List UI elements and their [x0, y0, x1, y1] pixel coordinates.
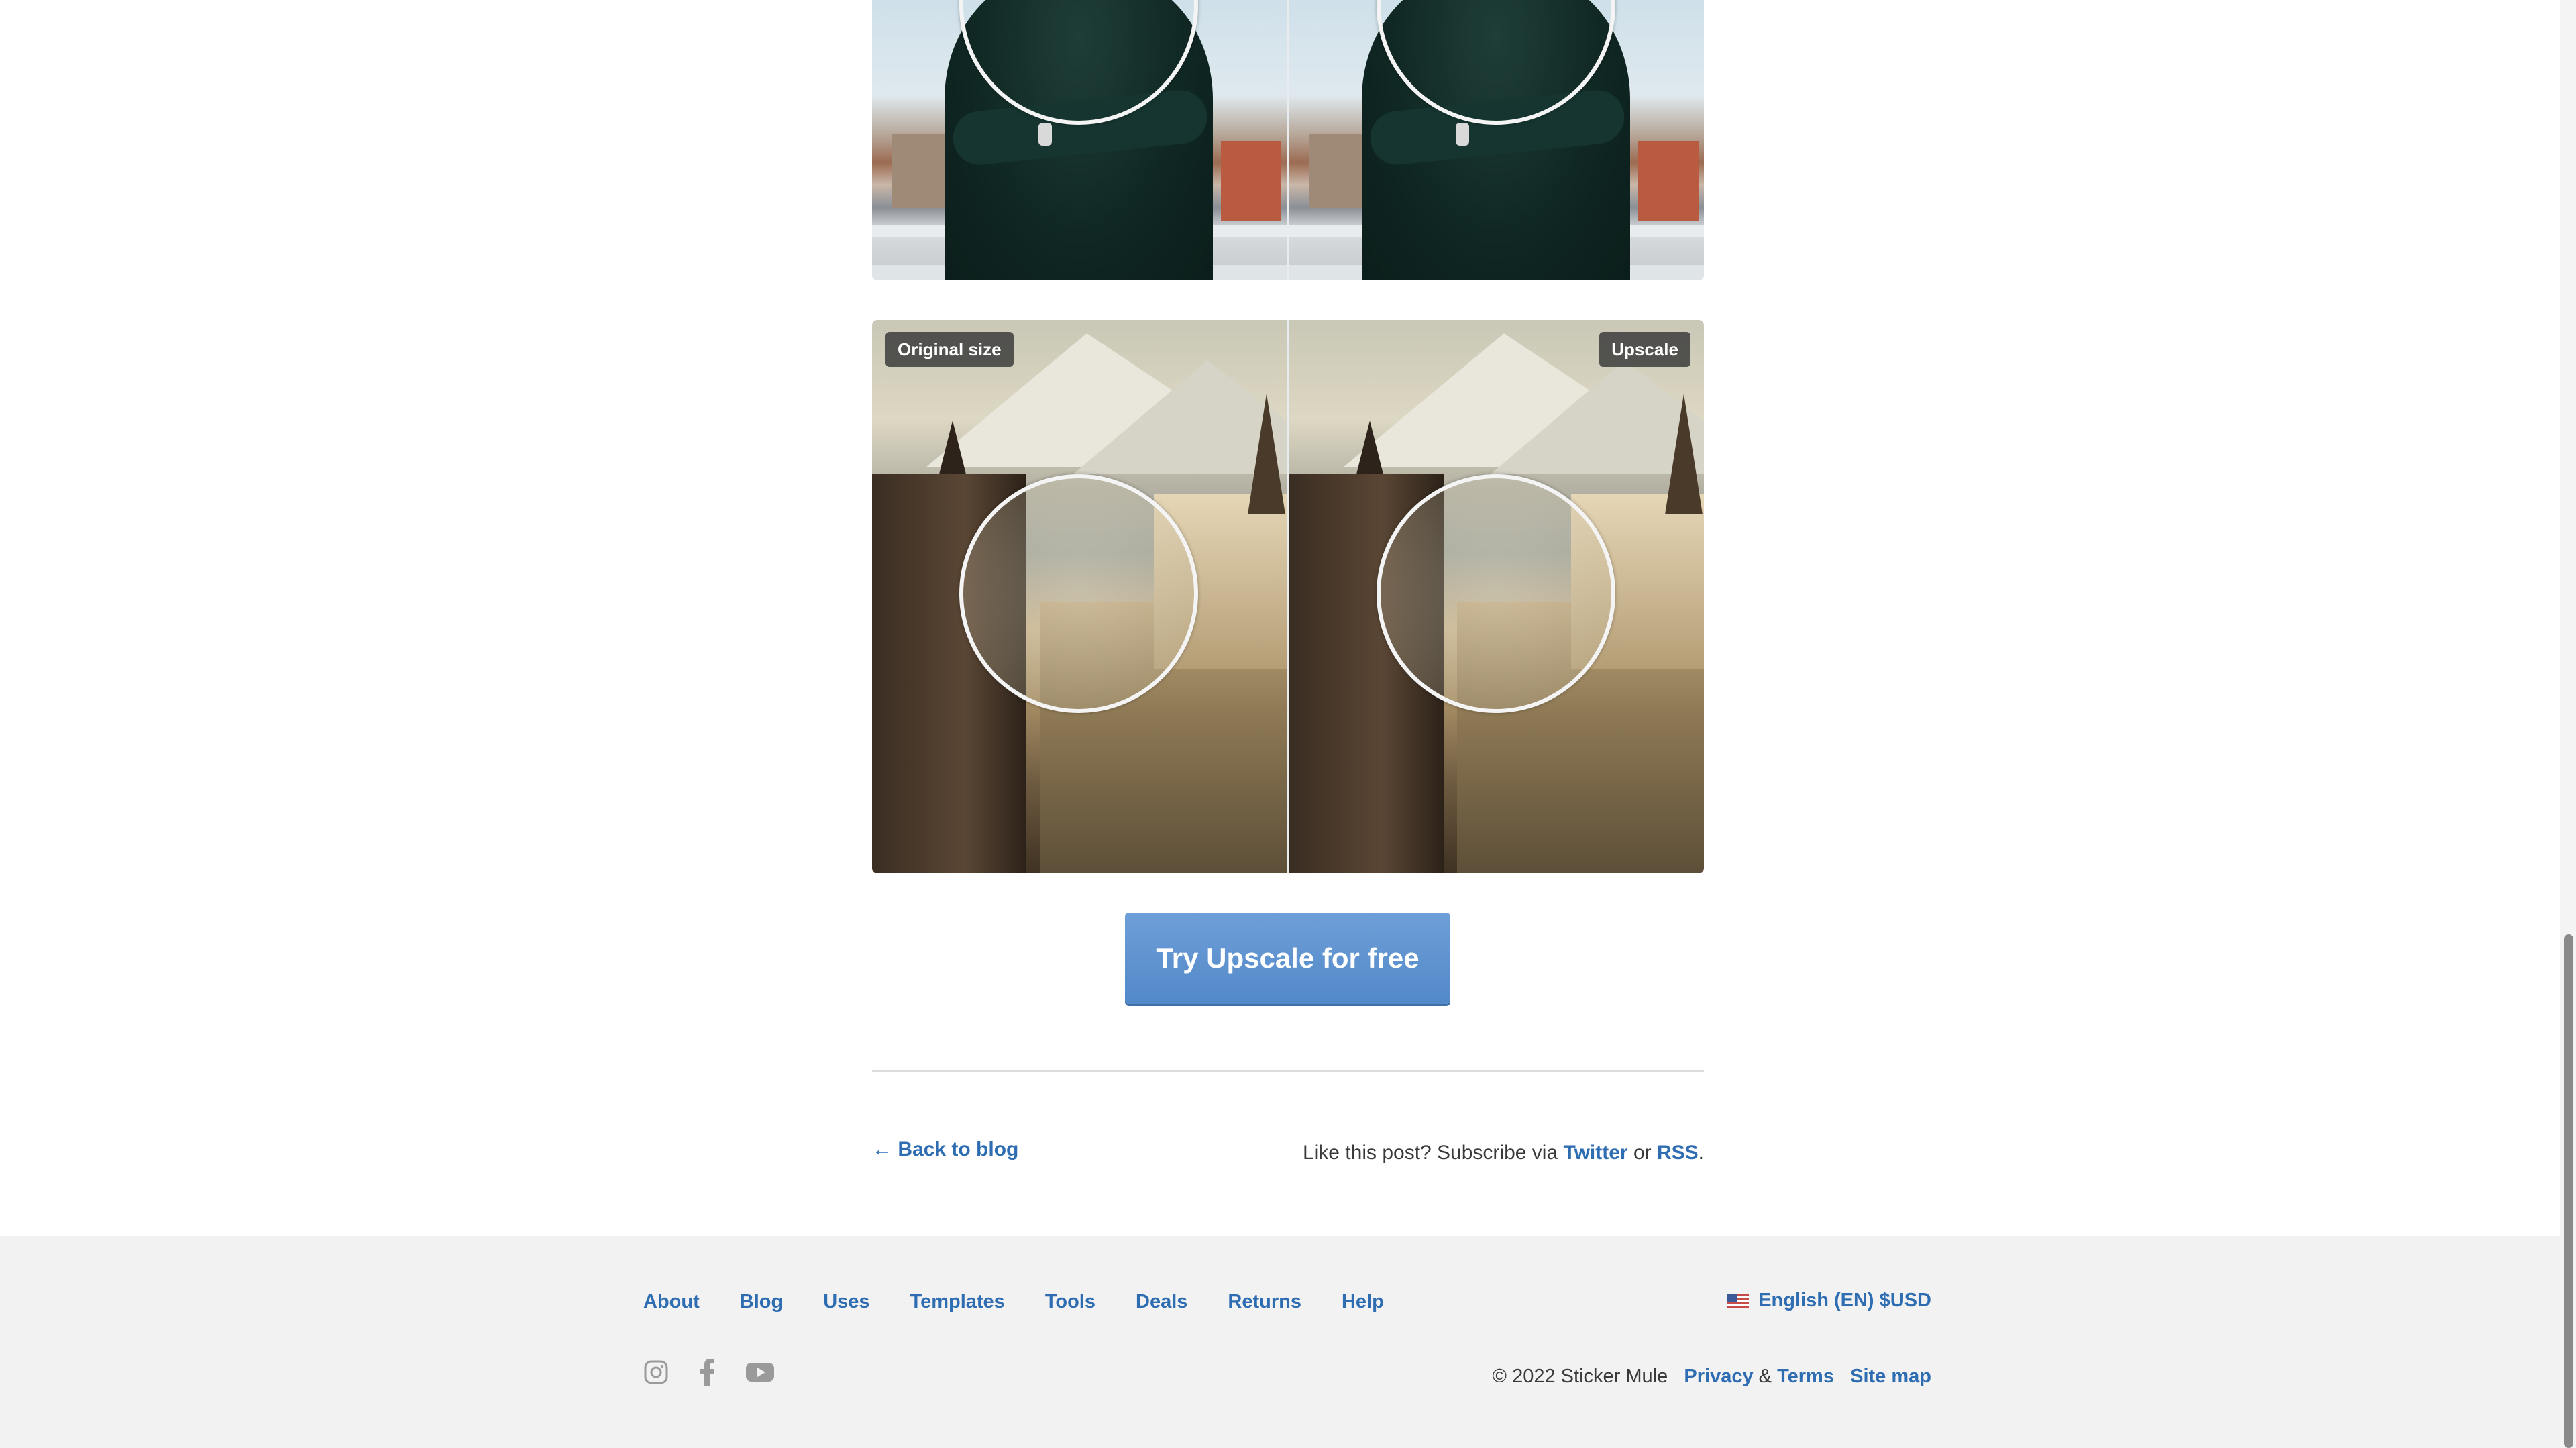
us-flag-icon: [1727, 1293, 1750, 1308]
subscribe-line: Like this post? Subscribe via Twitter or…: [1303, 1141, 1704, 1164]
social-links: [643, 1359, 775, 1389]
footer-link-deals[interactable]: Deals: [1136, 1291, 1187, 1313]
scrollbar-track[interactable]: [2560, 0, 2576, 1448]
privacy-link[interactable]: Privacy: [1684, 1366, 1753, 1387]
divider-rule: [872, 1070, 1704, 1072]
try-upscale-button[interactable]: Try Upscale for free: [1125, 913, 1450, 1004]
footer-link-uses[interactable]: Uses: [823, 1291, 869, 1313]
legal-line: © 2022 Sticker Mule Privacy & Terms Site…: [1493, 1366, 1931, 1388]
scrollbar-thumb[interactable]: [2564, 934, 2573, 1448]
ampersand-text: &: [1758, 1366, 1772, 1387]
original-pane: [872, 0, 1287, 280]
footer-link-about[interactable]: About: [643, 1291, 700, 1313]
comparison-image-castle: Original size Upscale: [872, 320, 1704, 873]
youtube-icon[interactable]: [745, 1361, 775, 1386]
site-footer: About Blog Uses Templates Tools Deals Re…: [0, 1236, 2560, 1448]
footer-link-help[interactable]: Help: [1342, 1291, 1384, 1313]
footer-nav: About Blog Uses Templates Tools Deals Re…: [643, 1291, 1424, 1313]
original-pane: Original size: [872, 320, 1287, 873]
subscribe-text: Like this post? Subscribe via: [1302, 1141, 1558, 1164]
copyright-text: © 2022 Sticker Mule: [1492, 1366, 1668, 1387]
instagram-icon[interactable]: [643, 1359, 669, 1388]
footer-link-tools[interactable]: Tools: [1045, 1291, 1095, 1313]
upscale-pane: [1289, 0, 1704, 280]
language-selector[interactable]: English (EN) $USD: [1727, 1290, 1931, 1312]
footer-link-blog[interactable]: Blog: [740, 1291, 783, 1313]
facebook-icon[interactable]: [698, 1359, 716, 1389]
terms-link[interactable]: Terms: [1777, 1366, 1834, 1387]
back-to-blog-link[interactable]: ← Back to blog: [872, 1138, 1018, 1161]
site-map-link[interactable]: Site map: [1850, 1366, 1931, 1387]
language-label: English (EN) $USD: [1758, 1290, 1931, 1311]
magnifier-lens: [1377, 474, 1615, 713]
footer-link-returns[interactable]: Returns: [1228, 1291, 1301, 1313]
footer-link-templates[interactable]: Templates: [910, 1291, 1005, 1313]
rss-link[interactable]: RSS: [1657, 1141, 1699, 1164]
period-text: .: [1698, 1141, 1704, 1164]
original-size-label: Original size: [885, 332, 1014, 367]
or-text: or: [1633, 1141, 1652, 1164]
twitter-link[interactable]: Twitter: [1563, 1141, 1627, 1164]
upscale-pane: Upscale: [1289, 320, 1704, 873]
upscale-label: Upscale: [1599, 332, 1690, 367]
magnifier-lens: [959, 474, 1198, 713]
comparison-image-person: [872, 0, 1704, 280]
